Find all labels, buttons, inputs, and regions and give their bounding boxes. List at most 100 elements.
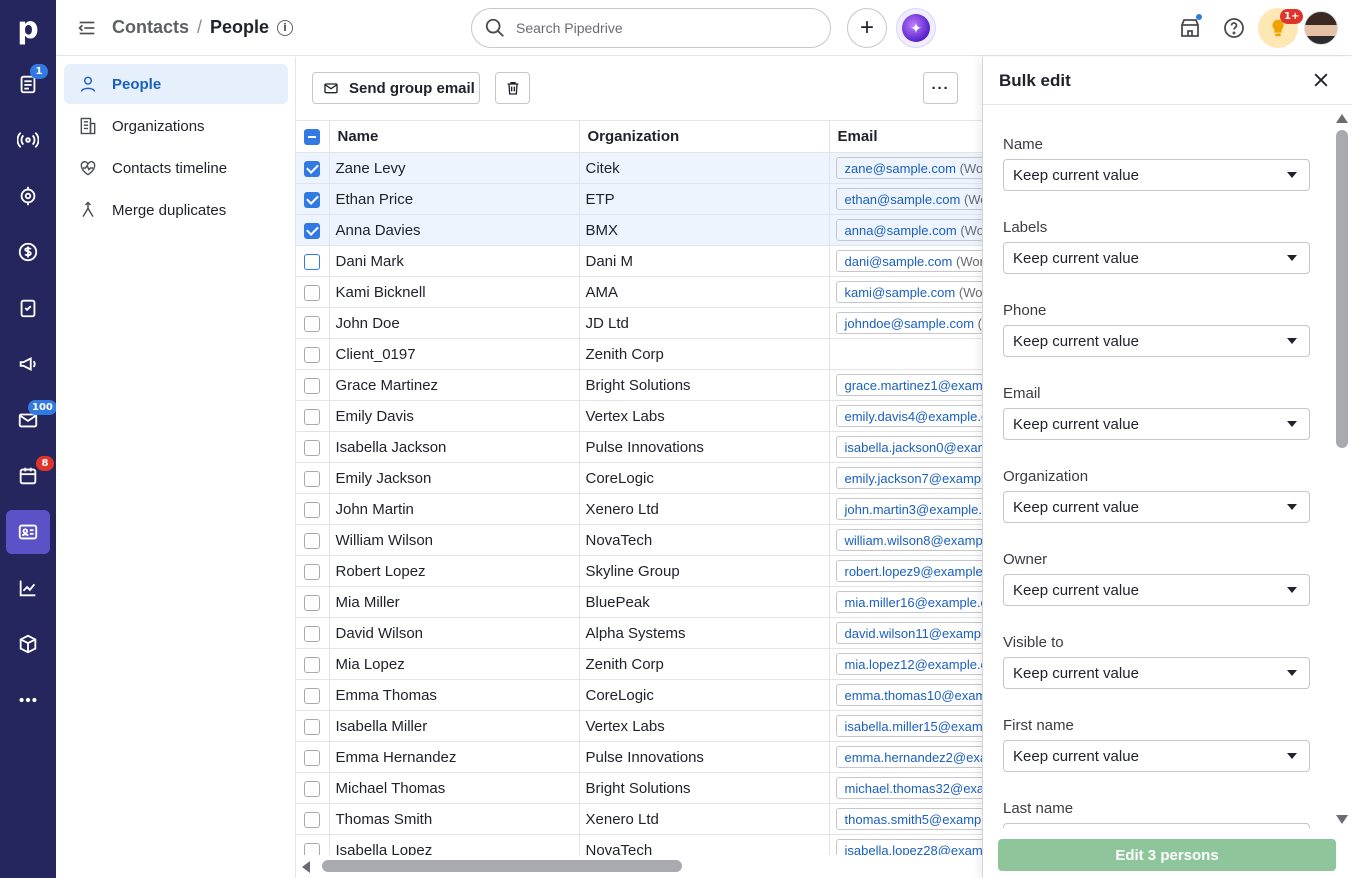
- cell-email[interactable]: mia.lopez12@example.com: [829, 648, 982, 680]
- email-chip[interactable]: thomas.smith5@example.com: [835, 808, 982, 830]
- email-chip[interactable]: emily.davis4@example.com: [835, 405, 982, 427]
- cell-email[interactable]: emma.thomas10@example.com: [829, 679, 982, 711]
- email-chip[interactable]: michael.thomas32@example.com: [835, 777, 982, 799]
- cell-email[interactable]: kami@sample.com (Work): [829, 276, 982, 308]
- cell-email[interactable]: john.martin3@example.com: [829, 493, 982, 525]
- cell-organization[interactable]: Zenith Corp: [579, 648, 830, 680]
- table-row[interactable]: Thomas Smith Xenero Ltd thomas.smith5@exam…: [296, 803, 982, 835]
- cell-email[interactable]: emily.davis4@example.com: [829, 400, 982, 432]
- cell-organization[interactable]: BluePeak: [579, 586, 830, 618]
- rail-more[interactable]: [6, 678, 50, 722]
- table-row[interactable]: Mia Lopez Zenith Corp mia.lopez12@example.…: [296, 648, 982, 680]
- cell-organization[interactable]: Bright Solutions: [579, 369, 830, 401]
- email-chip[interactable]: mia.lopez12@example.com: [835, 653, 982, 675]
- email-chip[interactable]: isabella.lopez28@example.com: [835, 839, 982, 855]
- more-actions-button[interactable]: ···: [923, 72, 958, 104]
- cell-organization[interactable]: Pulse Innovations: [579, 431, 830, 463]
- close-icon[interactable]: [1311, 70, 1331, 90]
- cell-name[interactable]: Robert Lopez: [329, 555, 580, 587]
- search-box[interactable]: [471, 8, 831, 48]
- table-row[interactable]: Emily Davis Vertex Labs emily.davis4@examp…: [296, 400, 982, 432]
- cell-email[interactable]: dani@sample.com (Work): [829, 245, 982, 277]
- cell-name[interactable]: Dani Mark: [329, 245, 580, 277]
- cell-organization[interactable]: Pulse Innovations: [579, 741, 830, 773]
- row-checkbox[interactable]: [304, 532, 321, 549]
- cell-name[interactable]: Michael Thomas: [329, 772, 580, 804]
- field-select[interactable]: Keep current value: [1003, 325, 1310, 357]
- table-row[interactable]: Mia MillerBluePeak mia.miller16@example.c…: [296, 586, 982, 618]
- cell-name[interactable]: Emily Davis: [329, 400, 580, 432]
- cell-organization[interactable]: NovaTech: [579, 834, 830, 855]
- cell-email[interactable]: zane@sample.com (Work): [829, 152, 982, 184]
- edit-persons-button[interactable]: Edit 3 persons: [998, 839, 1336, 871]
- rail-deals-target[interactable]: [6, 174, 50, 218]
- marketplace-icon[interactable]: [1178, 14, 1202, 40]
- cell-name[interactable]: Emily Jackson: [329, 462, 580, 494]
- field-select[interactable]: Keep current value: [1003, 242, 1310, 274]
- user-avatar[interactable]: [1304, 11, 1338, 45]
- cell-email[interactable]: mia.miller16@example.com: [829, 586, 982, 618]
- table-row[interactable]: Isabella Lopez NovaTech isabella.lopez28@e…: [296, 834, 982, 855]
- row-checkbox[interactable]: [304, 656, 321, 673]
- row-checkbox[interactable]: [304, 625, 321, 642]
- rail-activities[interactable]: 1: [6, 62, 50, 106]
- row-checkbox[interactable]: [304, 408, 321, 425]
- row-checkbox[interactable]: [304, 501, 321, 518]
- cell-organization[interactable]: Alpha Systems: [579, 617, 830, 649]
- row-checkbox[interactable]: [304, 439, 321, 456]
- row-checkbox[interactable]: [304, 160, 321, 177]
- cell-email[interactable]: anna@sample.com (Work): [829, 214, 982, 246]
- send-group-email-button[interactable]: Send group email: [312, 72, 480, 104]
- field-select[interactable]: Keep current value: [1003, 408, 1310, 440]
- table-row[interactable]: Emma Hernandez Pulse Innovations emma.hern…: [296, 741, 982, 773]
- field-select[interactable]: Keep current value: [1003, 574, 1310, 606]
- cell-email[interactable]: david.wilson11@example.com: [829, 617, 982, 649]
- cell-email[interactable]: isabella.jackson0@example.com: [829, 431, 982, 463]
- scroll-down-arrow[interactable]: [1336, 815, 1348, 824]
- email-chip[interactable]: isabella.miller15@example.com: [835, 715, 982, 737]
- cell-name[interactable]: Mia Lopez: [329, 648, 580, 680]
- cell-organization[interactable]: CoreLogic: [579, 462, 830, 494]
- cell-email[interactable]: emma.hernandez2@example.com: [829, 741, 982, 773]
- row-checkbox[interactable]: [304, 315, 321, 332]
- field-select[interactable]: Keep current value: [1003, 159, 1310, 191]
- table-row[interactable]: Michael Thomas Bright Solutions michael.th…: [296, 772, 982, 804]
- row-checkbox[interactable]: [304, 191, 321, 208]
- cell-name[interactable]: Client_0197: [329, 338, 580, 370]
- cell-name[interactable]: John Doe: [329, 307, 580, 339]
- email-chip[interactable]: mia.miller16@example.com: [835, 591, 982, 613]
- breadcrumb-contacts[interactable]: Contacts: [112, 17, 189, 38]
- row-checkbox[interactable]: [304, 563, 321, 580]
- table-row[interactable]: Client_0197 Zenith Corp: [296, 338, 982, 370]
- row-checkbox[interactable]: [304, 222, 321, 239]
- email-chip[interactable]: david.wilson11@example.com: [835, 622, 982, 644]
- email-chip[interactable]: william.wilson8@example.com: [835, 529, 982, 551]
- rail-leads[interactable]: [6, 118, 50, 162]
- cell-name[interactable]: Emma Hernandez: [329, 741, 580, 773]
- quick-add-button[interactable]: +: [847, 8, 887, 48]
- email-chip[interactable]: john.martin3@example.com: [835, 498, 982, 520]
- row-checkbox[interactable]: [304, 284, 321, 301]
- rail-contacts[interactable]: [6, 510, 50, 554]
- cell-organization[interactable]: Vertex Labs: [579, 400, 830, 432]
- table-row[interactable]: John Martin Xenero Ltd john.martin3@exampl…: [296, 493, 982, 525]
- collapse-menu-icon[interactable]: [76, 17, 98, 39]
- rail-mail[interactable]: 100: [6, 398, 57, 442]
- email-chip[interactable]: dani@sample.com (Work): [835, 250, 982, 272]
- table-row[interactable]: David Wilson Alpha Systems david.wilson11@…: [296, 617, 982, 649]
- rail-calendar[interactable]: 8: [6, 454, 54, 498]
- cell-email[interactable]: isabella.lopez28@example.com: [829, 834, 982, 855]
- cell-name[interactable]: Isabella Miller: [329, 710, 580, 742]
- table-row[interactable]: Ethan PriceETPethan@sample.com (Work): [296, 183, 982, 215]
- column-header-organization[interactable]: Organization: [579, 120, 830, 153]
- email-chip[interactable]: kami@sample.com (Work): [835, 281, 982, 303]
- cell-organization[interactable]: Xenero Ltd: [579, 803, 830, 835]
- email-chip[interactable]: isabella.jackson0@example.com: [835, 436, 982, 458]
- cell-email[interactable]: william.wilson8@example.com: [829, 524, 982, 556]
- cell-organization[interactable]: ETP: [579, 183, 830, 215]
- cell-name[interactable]: Thomas Smith: [329, 803, 580, 835]
- cell-email[interactable]: grace.martinez1@example.com: [829, 369, 982, 401]
- cell-email[interactable]: thomas.smith5@example.com: [829, 803, 982, 835]
- email-chip[interactable]: johndoe@sample.com (Work): [835, 312, 982, 334]
- cell-organization[interactable]: BMX: [579, 214, 830, 246]
